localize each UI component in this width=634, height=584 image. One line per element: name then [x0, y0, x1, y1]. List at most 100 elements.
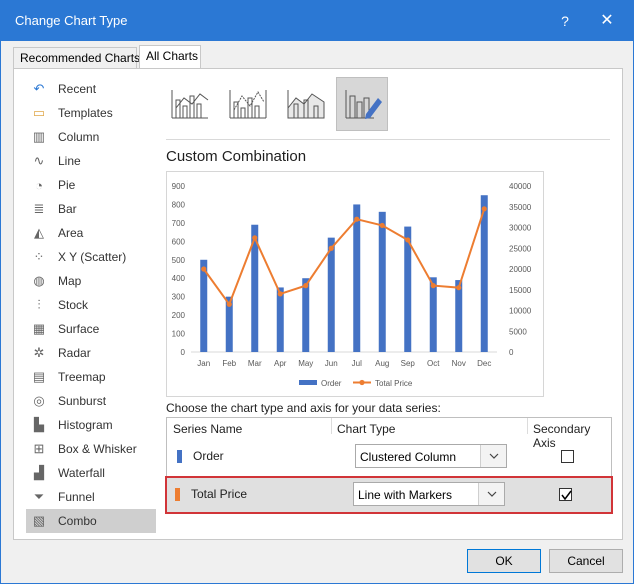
sidebar-item-label: Radar	[58, 346, 91, 360]
marker-total-price	[201, 266, 207, 272]
sidebar-item-sunburst[interactable]: ◎ Sunburst	[26, 389, 156, 413]
y-tick-label: 200	[172, 311, 186, 320]
marker-total-price	[456, 285, 462, 291]
sidebar-item-label: Pie	[58, 178, 76, 192]
sidebar-item-column[interactable]: ▥ Column	[26, 125, 156, 149]
x-tick-label: Dec	[477, 359, 491, 368]
scatter-chart-icon: ⁘	[33, 249, 45, 264]
sidebar-item-templates[interactable]: ▭ Templates	[26, 101, 156, 125]
header-series-name: Series Name	[173, 422, 243, 436]
sidebar-item-area[interactable]: ◭ Area	[26, 221, 156, 245]
sidebar-item-x-y-scatter[interactable]: ⁘ X Y (Scatter)	[26, 245, 156, 269]
help-button[interactable]: ?	[555, 11, 575, 31]
series-color-swatch	[175, 488, 180, 501]
series-color-swatch	[177, 450, 182, 463]
y2-tick-label: 40000	[509, 182, 532, 191]
dialog-title: Change Chart Type	[15, 13, 128, 28]
y2-tick-label: 35000	[509, 203, 532, 212]
header-divider	[527, 418, 528, 434]
close-button[interactable]: ✕	[595, 11, 619, 31]
secondary-axis-checkbox[interactable]	[561, 450, 574, 463]
clustered-column-line-icon[interactable]	[164, 77, 216, 131]
folder-icon: ▭	[32, 105, 46, 120]
legend-label-order: Order	[321, 379, 342, 388]
y-tick-label: 900	[172, 182, 186, 191]
x-tick-label: May	[298, 359, 313, 368]
legend-swatch-order	[299, 380, 317, 385]
line-chart-icon: ∿	[33, 153, 45, 168]
sidebar-item-recent[interactable]: ↶ Recent	[26, 77, 156, 101]
marker-total-price	[481, 206, 487, 212]
bar-order	[302, 278, 310, 352]
chart-type-sidebar: ↶ Recent ▭ Templates ▥ Column ∿ Line ◔ Pie ≣ Bar ◭ Ar…	[26, 77, 156, 533]
combo-chart-icon: ▧	[32, 513, 46, 528]
sidebar-item-treemap[interactable]: ▤ Treemap	[26, 365, 156, 389]
recent-icon: ↶	[33, 81, 45, 96]
sidebar-item-radar[interactable]: ✲ Radar	[26, 341, 156, 365]
chart-type-dropdown[interactable]: Clustered Column	[355, 444, 507, 468]
chevron-down-icon[interactable]	[480, 445, 506, 467]
sidebar-item-funnel[interactable]: ⏷ Funnel	[26, 485, 156, 509]
sidebar-item-label: Bar	[58, 202, 77, 216]
sidebar-item-waterfall[interactable]: ▟ Waterfall	[26, 461, 156, 485]
custom-combination-icon[interactable]	[336, 77, 388, 131]
bar-order	[353, 204, 361, 352]
sidebar-item-label: Area	[58, 226, 84, 240]
y-tick-label: 300	[172, 293, 186, 302]
sidebar-item-label: Combo	[58, 514, 97, 528]
line-total-price	[202, 208, 486, 307]
cancel-button[interactable]: Cancel	[549, 549, 623, 573]
clustered-column-line-secondary-icon[interactable]	[222, 77, 274, 131]
x-tick-label: Apr	[274, 359, 287, 368]
legend-label-total-price: Total Price	[375, 379, 413, 388]
sidebar-item-label: Waterfall	[58, 466, 105, 480]
section-divider	[166, 139, 610, 140]
sidebar-item-combo[interactable]: ▧ Combo	[26, 509, 156, 533]
tab-all-charts[interactable]: All Charts	[139, 45, 201, 70]
chevron-down-icon[interactable]	[478, 483, 504, 505]
marker-total-price	[226, 301, 232, 307]
treemap-chart-icon: ▤	[32, 369, 46, 384]
y2-tick-label: 5000	[509, 327, 527, 336]
marker-total-price	[430, 283, 436, 289]
bar-order	[429, 277, 437, 352]
series-row-order[interactable]: Order Clustered Column	[167, 438, 611, 476]
series-name: Total Price	[191, 487, 248, 501]
secondary-axis-checkbox[interactable]	[559, 488, 572, 501]
sidebar-item-line[interactable]: ∿ Line	[26, 149, 156, 173]
histogram-chart-icon: ▙	[34, 417, 44, 432]
y2-tick-label: 0	[509, 348, 514, 357]
area-chart-icon: ◭	[34, 225, 44, 240]
custom-combination-title: Custom Combination	[166, 148, 307, 165]
ok-button[interactable]: OK	[467, 549, 541, 573]
y2-tick-label: 25000	[509, 244, 532, 253]
x-tick-label: Feb	[222, 359, 236, 368]
chart-type-dropdown[interactable]: Line with Markers	[353, 482, 505, 506]
marker-total-price	[303, 283, 309, 289]
legend-marker-total-price	[359, 379, 365, 386]
sidebar-item-pie[interactable]: ◔ Pie	[26, 173, 156, 197]
stacked-area-clustered-column-icon[interactable]	[280, 77, 332, 131]
y-tick-label: 800	[172, 200, 186, 209]
tab-recommended-charts[interactable]: Recommended Charts	[13, 47, 140, 69]
chart-preview: 0 100 200 300 400 500 600 700 800 900 0 5000 10000 15…	[166, 171, 544, 397]
series-row-total-price[interactable]: Total Price Line with Markers	[165, 476, 613, 514]
y-tick-label: 400	[172, 274, 186, 283]
bar-order	[455, 280, 463, 352]
marker-total-price	[252, 235, 258, 241]
sidebar-item-bar[interactable]: ≣ Bar	[26, 197, 156, 221]
sidebar-item-surface[interactable]: ▦ Surface	[26, 317, 156, 341]
x-tick-label: Oct	[427, 359, 440, 368]
sidebar-item-label: Line	[58, 154, 81, 168]
y-tick-label: 600	[172, 237, 186, 246]
x-tick-label: Jan	[197, 359, 210, 368]
sidebar-item-map[interactable]: ◍ Map	[26, 269, 156, 293]
sidebar-item-stock[interactable]: ⫶ Stock	[26, 293, 156, 317]
y-tick-label: 700	[172, 219, 186, 228]
sidebar-item-box-whisker[interactable]: ⊞ Box & Whisker	[26, 437, 156, 461]
box-whisker-chart-icon: ⊞	[33, 441, 45, 456]
checkmark-icon	[561, 490, 572, 501]
sidebar-item-label: X Y (Scatter)	[58, 250, 127, 264]
sidebar-item-histogram[interactable]: ▙ Histogram	[26, 413, 156, 437]
marker-total-price	[379, 222, 385, 229]
